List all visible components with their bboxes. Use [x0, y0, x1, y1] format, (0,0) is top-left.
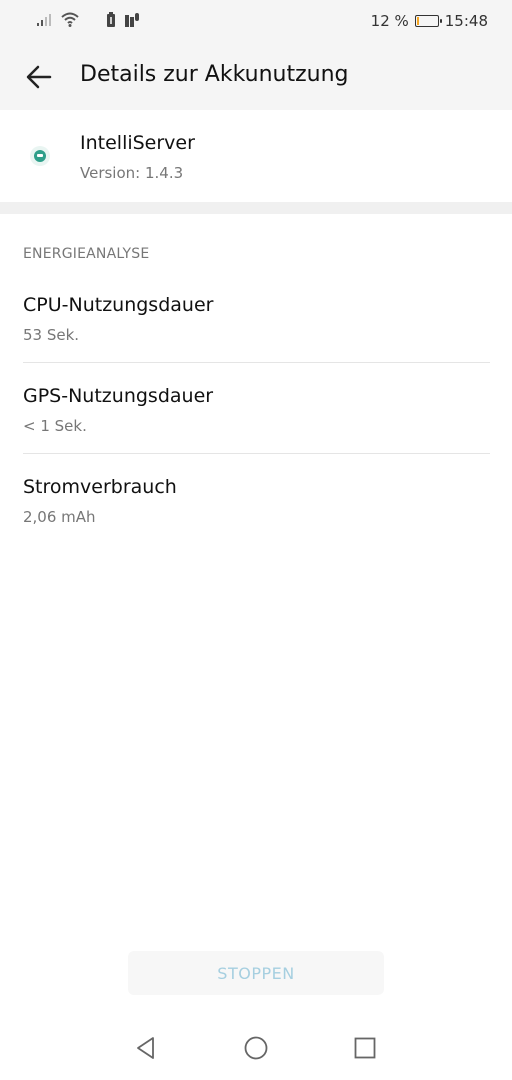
list-item-title: Stromverbrauch: [23, 476, 177, 498]
stop-button[interactable]: STOPPEN: [128, 951, 384, 995]
list-item-title: GPS-Nutzungsdauer: [23, 385, 214, 407]
status-bar: 12 % 15:48: [0, 0, 512, 44]
nav-bar: [0, 1018, 512, 1080]
divider: [23, 453, 490, 454]
list-item-title: CPU-Nutzungsdauer: [23, 294, 214, 316]
list-item-value: 53 Sek.: [23, 326, 80, 344]
app-name: IntelliServer: [80, 132, 195, 154]
clock: 15:48: [444, 12, 488, 30]
nav-recents-icon[interactable]: [353, 1036, 377, 1060]
app-logo-icon: [34, 150, 46, 162]
app-bar: Details zur Akkunutzung: [0, 44, 512, 110]
section-header: ENERGIEANALYSE: [23, 246, 150, 262]
list-item-cpu: CPU-Nutzungsdauer 53 Sek.: [0, 294, 512, 384]
nav-back-icon[interactable]: [134, 1036, 158, 1060]
notification-icon: [125, 13, 139, 27]
status-icons-right: 12 % 15:48: [371, 12, 488, 30]
app-info-card: IntelliServer Version: 1.4.3: [0, 110, 512, 202]
page-title: Details zur Akkunutzung: [80, 62, 349, 87]
battery-saver-icon: [107, 12, 115, 27]
status-icons-left: [36, 12, 140, 28]
section-separator: [0, 202, 512, 214]
battery-percent: 12 %: [370, 12, 409, 30]
battery-icon: [414, 15, 442, 27]
arrow-left-icon[interactable]: [22, 60, 56, 94]
wifi-icon: [61, 12, 79, 27]
list-item-value: < 1 Sek.: [23, 417, 87, 435]
signal-icon: [37, 14, 51, 26]
app-version: Version: 1.4.3: [80, 164, 184, 182]
nav-home-icon[interactable]: [244, 1036, 268, 1060]
list-item-value: 2,06 mAh: [23, 508, 96, 526]
list-item-power: Stromverbrauch 2,06 mAh: [0, 476, 512, 566]
app-icon: [30, 146, 50, 166]
battery-fill: [416, 17, 419, 25]
divider: [23, 362, 490, 363]
list-item-gps: GPS-Nutzungsdauer < 1 Sek.: [0, 385, 512, 475]
